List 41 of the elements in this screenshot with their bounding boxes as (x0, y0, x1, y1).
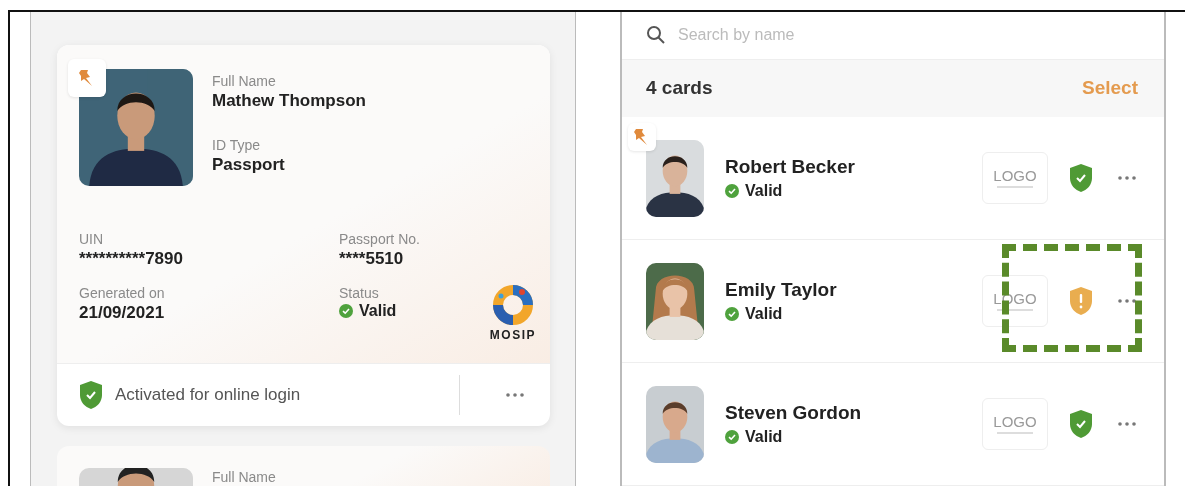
more-icon (1118, 422, 1136, 426)
more-icon (506, 393, 524, 397)
field-label: Full Name (212, 468, 276, 486)
status-text: Valid (745, 182, 783, 200)
field-value: ****5510 (339, 248, 405, 270)
field-value: Mathew Thompson (212, 90, 366, 112)
status-text: Valid (745, 305, 783, 323)
login-status-text: Activated for online login (115, 385, 302, 405)
logo-rule (997, 309, 1033, 311)
card-name: Steven Gordon (725, 402, 863, 424)
id-card[interactable]: Full Name Mathew Thompson ID Type Passport UIN **********7890 Passport No. ****5510 Generated on 21/09/2021 Status Valid MOSIP Activated for online login (57, 45, 550, 426)
status-text: Valid (745, 428, 783, 446)
more-icon (1118, 299, 1136, 303)
card-row[interactable]: Robert Becker Valid LOGO (622, 117, 1164, 240)
field-value: 21/09/2021 (79, 302, 166, 324)
status-text: Valid (359, 302, 397, 320)
field-label: Status (339, 284, 380, 302)
check-circle-icon (725, 430, 739, 444)
more-icon (1118, 176, 1136, 180)
card-name: Emily Taylor (725, 279, 838, 301)
card-count: 4 cards (646, 77, 713, 100)
field-label: Passport No. (339, 230, 421, 248)
field-label: ID Type (212, 136, 261, 154)
search-field[interactable]: Search by name (676, 25, 1140, 46)
field-label: Generated on (79, 284, 166, 302)
ring-logo-icon (491, 284, 534, 326)
logo-rule (997, 432, 1033, 434)
search-icon (646, 25, 666, 46)
logo-text: LOGO (993, 168, 1037, 183)
check-circle-icon (725, 307, 739, 321)
field-value: **********7890 (79, 248, 184, 270)
field-value: Passport (212, 154, 286, 176)
logo-text: MOSIP (489, 328, 536, 342)
check-circle-icon (339, 304, 353, 318)
field-label: Full Name (212, 72, 277, 90)
field-label: UIN (79, 230, 105, 248)
check-circle-icon (725, 184, 739, 198)
card-name: Robert Becker (725, 156, 856, 178)
logo-text: LOGO (993, 414, 1037, 429)
card-row[interactable]: Steven Gordon Valid LOGO (622, 363, 1164, 486)
logo-rule (997, 186, 1033, 188)
